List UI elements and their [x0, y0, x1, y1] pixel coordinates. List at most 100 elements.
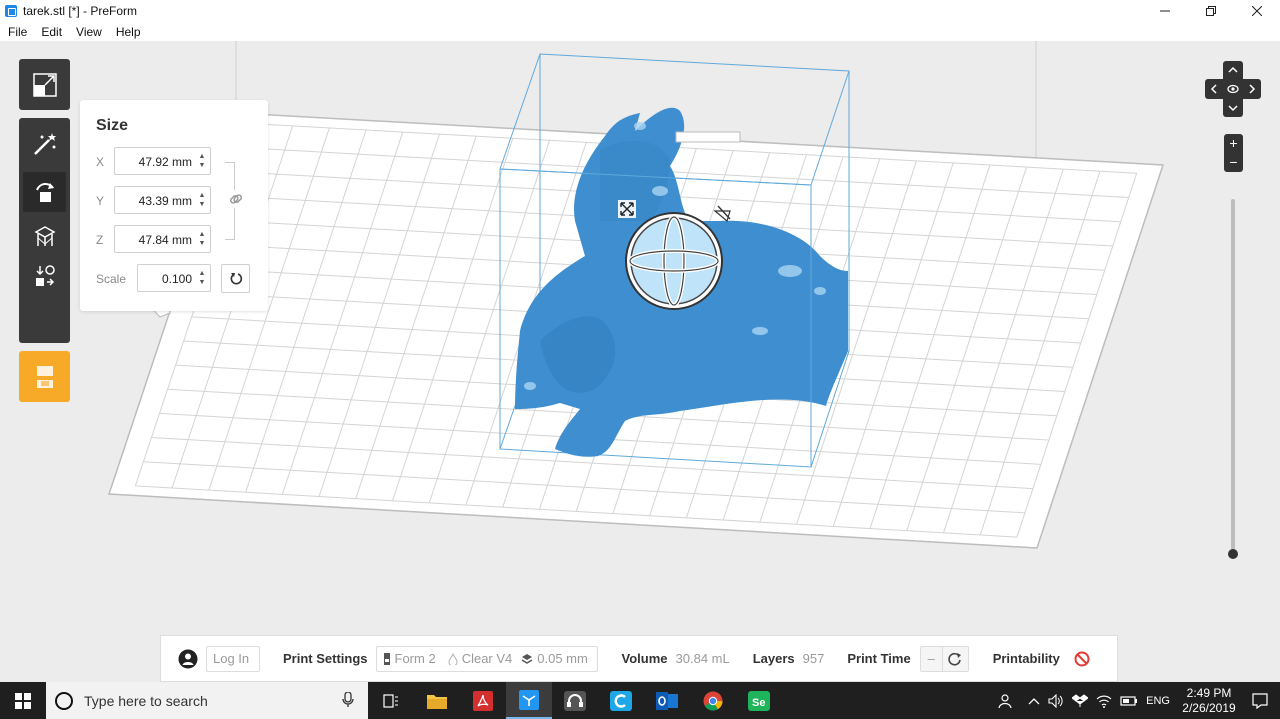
z-size-value: 47.84 mm	[138, 233, 192, 247]
people-icon[interactable]	[998, 693, 1014, 709]
print-time-field: –	[919, 645, 969, 672]
view-navigation-pad	[1205, 61, 1261, 117]
taskbar-acrobat[interactable]	[460, 682, 506, 719]
acrobat-icon	[473, 690, 493, 711]
layout-tool-button[interactable]	[23, 256, 66, 296]
volume-icon[interactable]	[1048, 693, 1064, 708]
plate-orientation-label	[675, 131, 741, 143]
taskbar-clock[interactable]: 2:49 PM 2/26/2019	[1178, 686, 1240, 716]
wifi-icon[interactable]	[1096, 694, 1112, 708]
magic-wand-icon	[33, 132, 56, 155]
close-button[interactable]	[1234, 0, 1280, 22]
taskbar-chrome[interactable]	[690, 682, 736, 719]
menu-help[interactable]: Help	[110, 25, 147, 39]
notification-icon	[1252, 692, 1268, 709]
scale-stepper[interactable]: ▲ ▼	[198, 269, 206, 287]
zoom-in-button[interactable]: +	[1224, 134, 1243, 153]
login-button[interactable]: Log In	[206, 645, 260, 672]
resize-icon	[32, 72, 57, 97]
x-size-stepper[interactable]: ▲ ▼	[198, 152, 206, 170]
menu-file[interactable]: File	[2, 25, 33, 39]
action-center-button[interactable]	[1240, 682, 1280, 719]
supports-icon	[33, 226, 56, 246]
z-size-input[interactable]: 47.84 mm ▲ ▼	[114, 225, 211, 253]
spin-up-icon: ▲	[198, 231, 206, 238]
link-icon	[230, 194, 242, 204]
headset-icon	[564, 690, 586, 711]
orientation-tool-button[interactable]	[23, 172, 66, 212]
3d-viewport[interactable]: Form 2	[0, 41, 1280, 682]
language-indicator[interactable]: ENG	[1146, 695, 1170, 707]
print-settings-selector[interactable]: Form 2 Clear V4 0.05 mm	[375, 645, 598, 672]
edit-tools-group	[19, 159, 70, 343]
chevron-up-icon[interactable]	[1028, 696, 1040, 706]
reset-size-button[interactable]	[221, 264, 250, 293]
chrome-icon	[703, 691, 723, 711]
taskbar-file-explorer[interactable]	[414, 682, 460, 719]
menu-view[interactable]: View	[70, 25, 108, 39]
z-size-stepper[interactable]: ▲ ▼	[198, 230, 206, 248]
close-icon	[1252, 6, 1262, 16]
layer-slider-track[interactable]	[1231, 199, 1235, 554]
battery-icon[interactable]	[1120, 695, 1138, 707]
zoom-out-button[interactable]: −	[1224, 153, 1243, 172]
taskbar-search-box[interactable]: Type here to search	[46, 682, 368, 719]
taskbar-outlook[interactable]	[644, 682, 690, 719]
material-value: Clear V4	[461, 651, 513, 666]
preform-taskbar-icon	[519, 689, 539, 710]
job-setup-tool-button[interactable]	[19, 351, 70, 402]
rotation-gizmo[interactable]	[625, 212, 723, 310]
menu-edit[interactable]: Edit	[35, 25, 68, 39]
windows-logo-icon	[15, 692, 31, 709]
layer-height-value: 0.05 mm	[537, 651, 588, 666]
svg-text:Se: Se	[752, 697, 765, 709]
task-view-icon	[383, 693, 398, 708]
scale-value: 0.100	[161, 272, 192, 286]
size-tool-button[interactable]	[19, 59, 70, 110]
spin-down-icon: ▼	[198, 240, 206, 247]
preform-app-icon	[5, 5, 17, 17]
x-size-input[interactable]: 47.92 mm ▲ ▼	[114, 147, 211, 175]
login-label: Log In	[213, 651, 250, 666]
refresh-icon[interactable]	[947, 652, 962, 666]
x-size-value: 47.92 mm	[138, 155, 192, 169]
status-bar: Log In Print Settings Form 2 Clear V4 0.…	[160, 635, 1118, 682]
task-view-button[interactable]	[368, 682, 414, 719]
layer-slider-handle[interactable]	[1228, 549, 1238, 559]
restore-button[interactable]	[1188, 0, 1234, 22]
y-size-input[interactable]: 43.39 mm ▲ ▼	[114, 186, 211, 214]
zoom-controls: + −	[1224, 134, 1243, 172]
user-icon	[178, 649, 198, 668]
dropbox-icon[interactable]	[1072, 693, 1089, 708]
minimize-button[interactable]	[1142, 0, 1188, 22]
printability-error-icon[interactable]	[1074, 651, 1090, 667]
taskbar-se-app[interactable]: Se	[736, 682, 782, 719]
volume-value: 30.84 mL	[675, 651, 730, 666]
window-title: tarek.stl [*] - PreForm	[23, 4, 138, 18]
search-placeholder: Type here to search	[84, 692, 208, 709]
x-label: X	[96, 155, 105, 169]
y-size-stepper[interactable]: ▲ ▼	[198, 191, 206, 209]
y-label: Y	[96, 194, 105, 208]
supports-tool-button[interactable]	[23, 216, 66, 256]
spin-down-icon: ▼	[198, 162, 206, 169]
lock-proportions-toggle[interactable]	[227, 190, 245, 208]
scale-handle[interactable]	[618, 200, 636, 218]
windows-taskbar: Type here to search Se ENG 2:49 PM 2/26/…	[0, 682, 1280, 719]
microphone-icon[interactable]	[342, 692, 354, 708]
start-button[interactable]	[0, 682, 46, 719]
layers-label: Layers	[752, 651, 795, 666]
printability-label: Printability	[992, 651, 1060, 666]
navigation-cross	[1205, 61, 1261, 117]
taskbar-headset-app[interactable]	[552, 682, 598, 719]
outlook-icon	[656, 691, 678, 710]
size-panel: Size X 47.92 mm ▲ ▼ Y 43.39 mm ▲ ▼ Z 47.84…	[80, 100, 268, 311]
scale-input[interactable]: 0.100 ▲ ▼	[137, 264, 211, 292]
taskbar-preform[interactable]	[506, 682, 552, 719]
clock-time: 2:49 PM	[1186, 685, 1232, 700]
spin-up-icon: ▲	[198, 192, 206, 199]
size-panel-title: Size	[96, 117, 129, 134]
scale-label: Scale	[96, 272, 127, 286]
taskbar-c-app[interactable]	[598, 682, 644, 719]
cortana-icon	[55, 691, 73, 710]
